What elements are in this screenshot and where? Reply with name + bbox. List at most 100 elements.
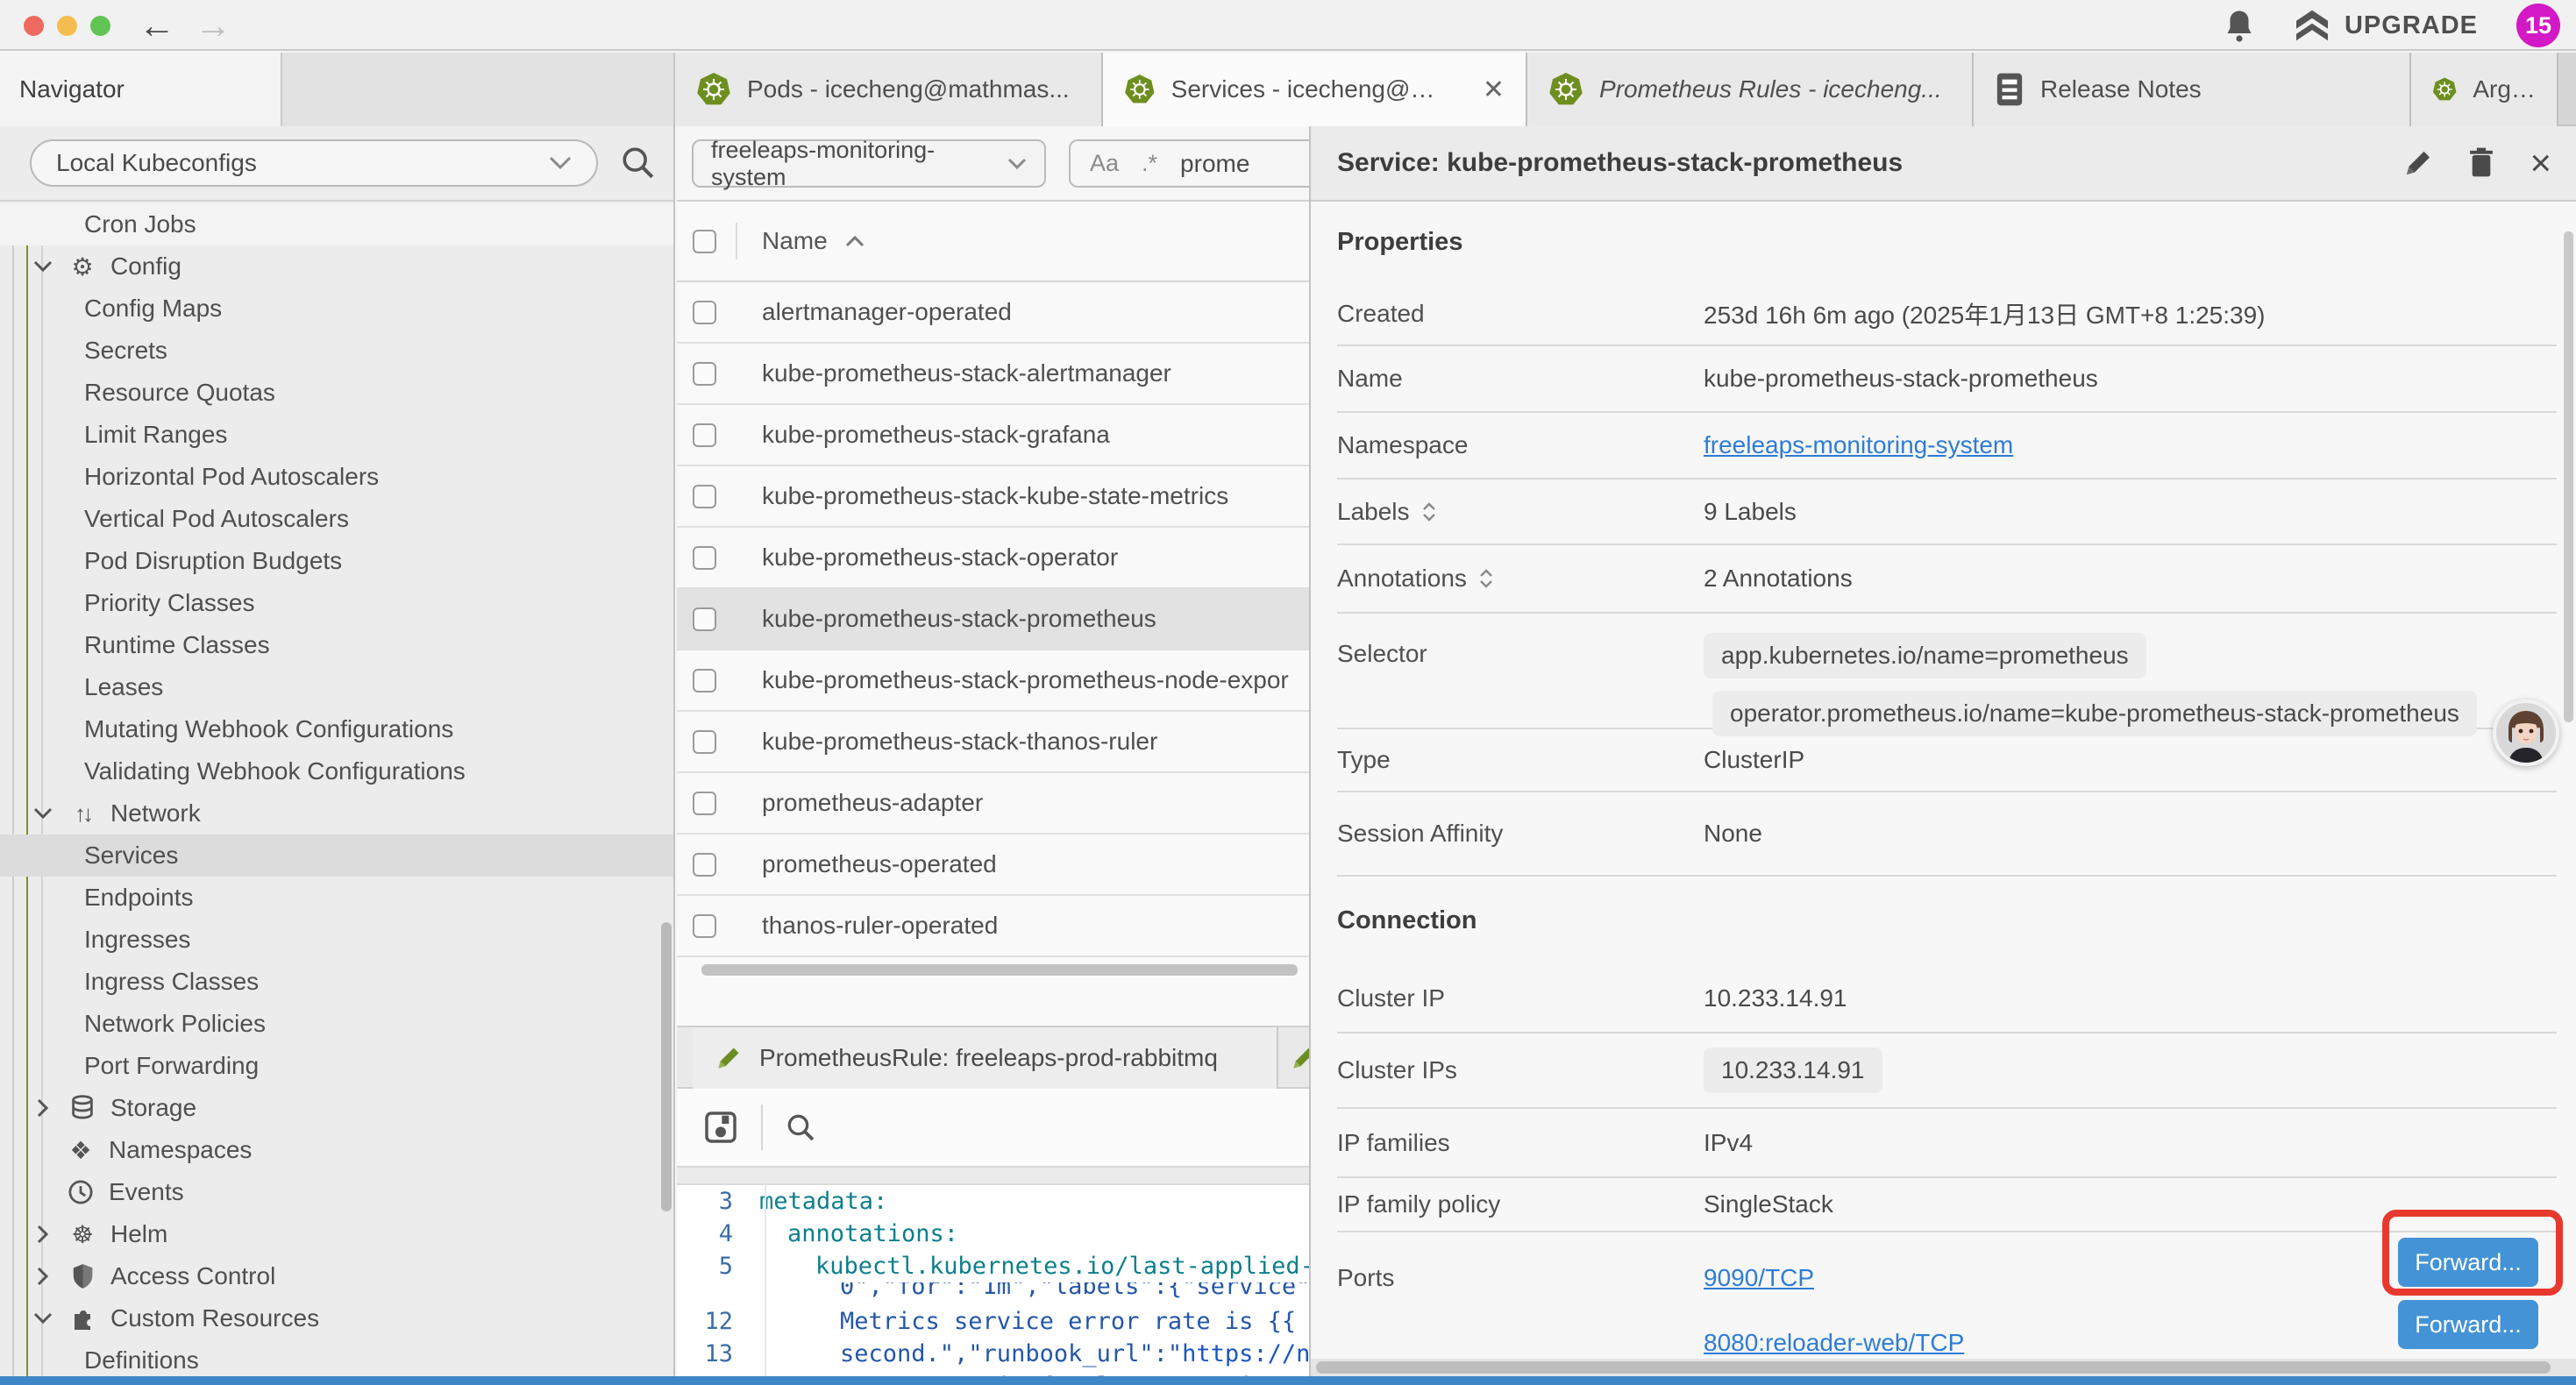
sidebar-item-leases[interactable]: Leases	[0, 666, 675, 708]
editor-search-icon[interactable]	[784, 1111, 817, 1144]
table-row[interactable]: kube-prometheus-stack-kube-state-metrics	[677, 466, 1309, 528]
sidebar-item-definitions[interactable]: Definitions	[0, 1339, 675, 1381]
regex-toggle[interactable]: .*	[1142, 150, 1157, 177]
row-checkbox[interactable]	[693, 301, 716, 324]
sidebar-item-horizontal-pod-autoscalers[interactable]: Horizontal Pod Autoscalers	[0, 456, 675, 498]
delete-trash-icon[interactable]	[2468, 147, 2494, 179]
table-row[interactable]: alertmanager-operated	[677, 282, 1309, 344]
search-icon[interactable]	[619, 144, 656, 181]
table-row[interactable]: prometheus-adapter	[677, 773, 1309, 835]
row-checkbox[interactable]	[693, 485, 716, 508]
sidebar-item-cron-jobs[interactable]: Cron Jobs	[0, 203, 675, 245]
sidebar-group-access-control[interactable]: Access Control	[0, 1255, 675, 1297]
sidebar-item-mutating-webhook-configurations[interactable]: Mutating Webhook Configurations	[0, 708, 675, 750]
tab-release-notes[interactable]: Release Notes	[1974, 53, 2411, 126]
row-checkbox[interactable]	[693, 362, 716, 386]
save-icon[interactable]	[703, 1110, 738, 1145]
sidebar-item-endpoints[interactable]: Endpoints	[0, 877, 675, 919]
sidebar-item-services[interactable]: Services	[0, 835, 675, 877]
table-row[interactable]: kube-prometheus-stack-prometheus-node-ex…	[677, 650, 1309, 712]
close-window-button[interactable]	[24, 16, 44, 36]
tab-prometheus-rules[interactable]: Prometheus Rules - icecheng...	[1527, 53, 1974, 126]
sidebar-group-network[interactable]: ↑↓ Network	[0, 792, 675, 835]
tab-argo[interactable]: Argo Se	[2411, 53, 2558, 126]
port-link-8080-reloader-web[interactable]: 8080:reloader-web/TCP	[1704, 1329, 1964, 1357]
back-arrow-icon[interactable]: ←	[139, 2, 175, 49]
sidebar-item-secrets[interactable]: Secrets	[0, 330, 675, 372]
forward-arrow-icon[interactable]: →	[195, 2, 231, 49]
table-row[interactable]: prometheus-operated	[677, 835, 1309, 896]
edit-pencil-icon[interactable]	[2403, 148, 2433, 178]
selector-row: Selector app.kubernetes.io/name=promethe…	[1337, 614, 2557, 729]
ip-family-policy-row: IP family policy SingleStack	[1337, 1178, 2557, 1232]
cluster-ip-value: 10.233.14.91	[1704, 984, 1847, 1012]
sidebar-item-runtime-classes[interactable]: Runtime Classes	[0, 624, 675, 666]
sidebar-group-custom-resources[interactable]: Custom Resources	[0, 1297, 675, 1339]
minimize-window-button[interactable]	[57, 16, 77, 36]
sidebar-item-ingresses[interactable]: Ingresses	[0, 919, 675, 961]
avatar[interactable]	[2493, 700, 2559, 766]
yaml-editor[interactable]: 3metadata: 4annotations: 5kubectl.kubern…	[677, 1185, 1309, 1385]
sidebar-group-config[interactable]: ⚙ Config	[0, 245, 675, 288]
table-row[interactable]: thanos-ruler-operated	[677, 896, 1309, 957]
table-row[interactable]: kube-prometheus-stack-operator	[677, 528, 1309, 589]
match-case-toggle[interactable]: Aa	[1090, 150, 1119, 177]
row-checkbox[interactable]	[693, 792, 716, 815]
row-checkbox[interactable]	[693, 607, 716, 631]
sidebar-item-resource-quotas[interactable]: Resource Quotas	[0, 372, 675, 414]
table-row[interactable]: kube-prometheus-stack-alertmanager	[677, 344, 1309, 405]
kubeconfig-selector[interactable]: Local Kubeconfigs	[30, 139, 598, 187]
table-row-selected[interactable]: kube-prometheus-stack-prometheus	[677, 589, 1309, 650]
sidebar-item-port-forwarding[interactable]: Port Forwarding	[0, 1045, 675, 1087]
search-input[interactable]: Aa .* prome	[1069, 139, 1309, 188]
release-notes-icon	[1995, 72, 2025, 107]
name-column-header[interactable]: Name	[762, 227, 865, 255]
sidebar-item-events[interactable]: Events	[0, 1171, 675, 1213]
upgrade-button[interactable]: UPGRADE	[2294, 9, 2478, 42]
table-row[interactable]: kube-prometheus-stack-thanos-ruler	[677, 712, 1309, 773]
row-checkbox[interactable]	[693, 669, 716, 692]
namespace-filter-dropdown[interactable]: freeleaps-monitoring-system	[692, 139, 1046, 188]
close-tab-icon[interactable]: ✕	[1483, 75, 1505, 105]
sidebar-item-pod-disruption-budgets[interactable]: Pod Disruption Budgets	[0, 540, 675, 582]
forward-button-8080[interactable]: Forward...	[2398, 1300, 2538, 1349]
row-checkbox[interactable]	[693, 730, 716, 754]
maximize-window-button[interactable]	[90, 16, 110, 36]
detail-vertical-scrollbar[interactable]	[2564, 231, 2573, 722]
namespace-link[interactable]: freeleaps-monitoring-system	[1704, 431, 2013, 459]
notification-count-badge[interactable]: 15	[2516, 4, 2560, 47]
row-checkbox[interactable]	[693, 853, 716, 877]
puzzle-icon	[67, 1305, 98, 1332]
row-checkbox[interactable]	[693, 914, 716, 938]
close-panel-icon[interactable]: ×	[2530, 148, 2551, 178]
chevron-down-icon	[32, 260, 54, 273]
sidebar-item-vertical-pod-autoscalers[interactable]: Vertical Pod Autoscalers	[0, 498, 675, 540]
sidebar-group-storage[interactable]: Storage	[0, 1087, 675, 1129]
editor-tab-next-partial[interactable]	[1278, 1027, 1309, 1089]
sidebar-scrollbar[interactable]	[661, 922, 672, 1211]
select-all-checkbox[interactable]	[693, 230, 716, 253]
row-checkbox[interactable]	[693, 546, 716, 570]
port-link-9090[interactable]: 9090/TCP	[1704, 1264, 1964, 1292]
editor-tab-prometheusrule[interactable]: PrometheusRule: freeleaps-prod-rabbitmq	[693, 1027, 1278, 1089]
detail-horizontal-scrollbar[interactable]	[1316, 1361, 2551, 1374]
sidebar-group-helm[interactable]: ☸ Helm	[0, 1213, 675, 1255]
expand-collapse-chevrons-icon[interactable]	[1422, 502, 1436, 522]
table-row[interactable]: kube-prometheus-stack-grafana	[677, 405, 1309, 466]
sidebar-item-config-maps[interactable]: Config Maps	[0, 288, 675, 330]
runbook-url-link[interactable]: https://net	[1182, 1340, 1309, 1367]
horizontal-scrollbar[interactable]	[701, 964, 1298, 976]
sidebar-item-ingress-classes[interactable]: Ingress Classes	[0, 961, 675, 1003]
tab-pods[interactable]: Pods - icecheng@mathmas...	[675, 53, 1103, 126]
session-affinity-row: Session Affinity None	[1337, 792, 2557, 877]
tab-services[interactable]: Services - icecheng@math... ✕	[1103, 53, 1527, 126]
row-checkbox[interactable]	[693, 423, 716, 447]
notifications-bell-icon[interactable]	[2224, 8, 2255, 43]
sidebar-item-validating-webhook-configurations[interactable]: Validating Webhook Configurations	[0, 750, 675, 792]
sidebar-item-limit-ranges[interactable]: Limit Ranges	[0, 414, 675, 456]
sidebar-item-priority-classes[interactable]: Priority Classes	[0, 582, 675, 624]
sidebar-item-network-policies[interactable]: Network Policies	[0, 1003, 675, 1045]
sidebar-item-namespaces[interactable]: ❖ Namespaces	[0, 1129, 675, 1171]
navigator-panel-tab[interactable]: Navigator	[0, 53, 282, 126]
expand-collapse-chevrons-icon[interactable]	[1479, 569, 1493, 588]
